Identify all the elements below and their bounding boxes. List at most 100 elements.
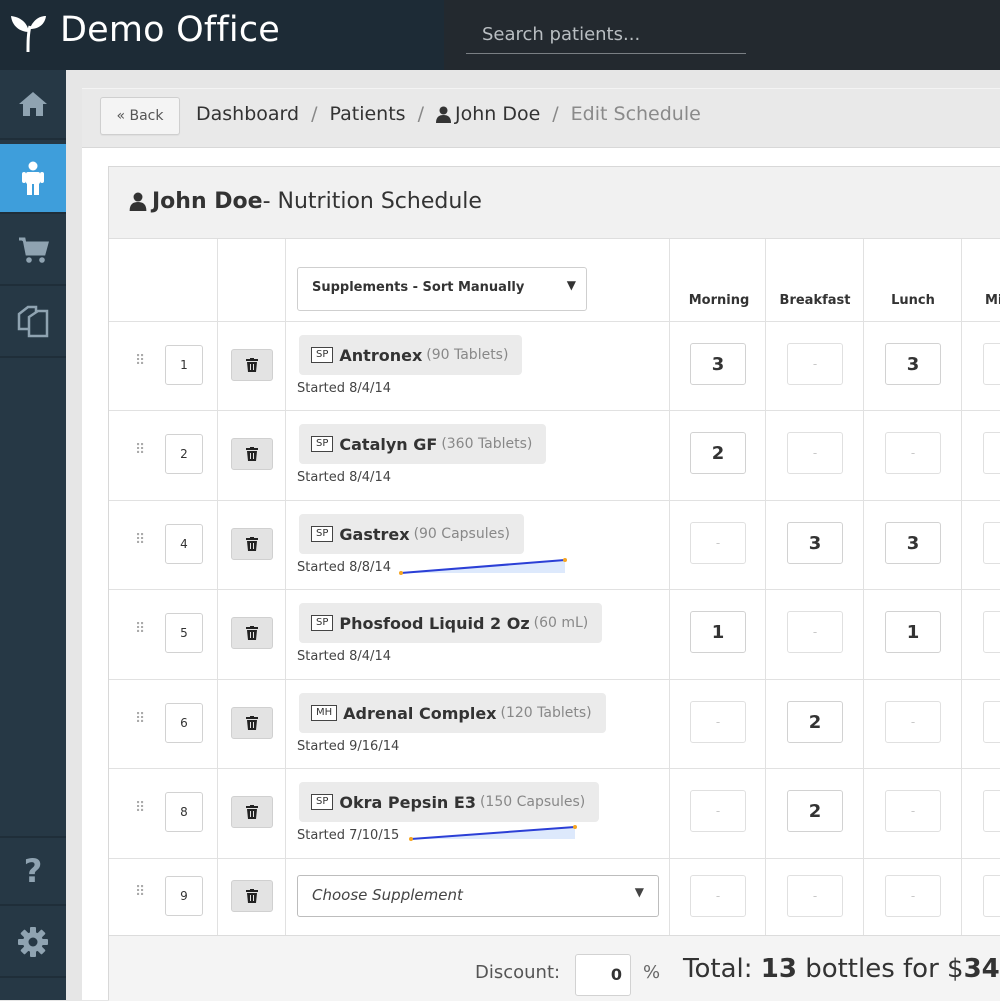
dose-lunch[interactable]: - <box>885 701 941 743</box>
started-date: Started 8/4/14 <box>297 649 391 664</box>
sort-select[interactable]: Supplements - Sort Manually ▼ <box>297 267 587 311</box>
column-header-midafternoon: Mi <box>985 293 1000 308</box>
dose-breakfast[interactable]: - <box>787 611 843 653</box>
dose-lunch[interactable]: 1 <box>885 611 941 653</box>
dose-midafternoon[interactable] <box>983 432 1000 474</box>
sidebar-item-documents[interactable] <box>0 288 66 358</box>
delete-button[interactable] <box>231 528 273 560</box>
drag-handle-icon[interactable]: ⠿ <box>135 884 145 900</box>
sidebar-item-help[interactable]: ? <box>0 836 66 906</box>
supplement-tag: SP <box>311 347 334 363</box>
discount-input[interactable]: 0 <box>575 954 631 996</box>
patient-name: John Doe <box>152 189 263 214</box>
brand[interactable]: Demo Office <box>0 0 444 70</box>
supplement-pill[interactable]: SP Antronex (90 Tablets) <box>299 335 523 375</box>
search-input[interactable] <box>466 16 746 54</box>
trash-icon <box>246 889 258 903</box>
supplement-pill[interactable]: MH Adrenal Complex (120 Tablets) <box>299 693 606 733</box>
supplement-tag: MH <box>311 705 338 721</box>
supplement-qty: (90 Tablets) <box>426 347 509 363</box>
dose-morning[interactable]: - <box>690 875 746 917</box>
supplement-name: Gastrex <box>339 524 410 544</box>
dose-midafternoon[interactable] <box>983 875 1000 917</box>
started-date: Started 9/16/14 <box>297 739 400 754</box>
dose-morning[interactable]: 1 <box>690 611 746 653</box>
drag-handle-icon[interactable]: ⠿ <box>135 442 145 458</box>
dose-breakfast[interactable]: - <box>787 343 843 385</box>
dose-midafternoon[interactable] <box>983 522 1000 564</box>
row-index[interactable]: 9 <box>165 876 203 916</box>
row-index[interactable]: 5 <box>165 613 203 653</box>
dose-morning[interactable]: 2 <box>690 432 746 474</box>
row-index[interactable]: 2 <box>165 434 203 474</box>
trash-icon <box>246 805 258 819</box>
discount-label: Discount: <box>475 962 561 983</box>
sidebar-item-home[interactable] <box>0 70 66 140</box>
dose-lunch[interactable]: 3 <box>885 343 941 385</box>
row-index[interactable]: 4 <box>165 524 203 564</box>
supplement-name: Antronex <box>339 345 423 365</box>
started-date: Started 8/4/14 <box>297 470 391 485</box>
sidebar-item-settings[interactable] <box>0 908 66 978</box>
row-index[interactable]: 8 <box>165 792 203 832</box>
drag-handle-icon[interactable]: ⠿ <box>135 353 145 369</box>
delete-button[interactable] <box>231 707 273 739</box>
started-date: Started 7/10/15 <box>297 828 400 843</box>
dose-midafternoon[interactable] <box>983 611 1000 653</box>
copy-icon <box>17 305 49 338</box>
supplement-pill[interactable]: SP Catalyn GF (360 Tablets) <box>299 424 547 464</box>
dose-morning[interactable]: - <box>690 701 746 743</box>
supplement-pill[interactable]: SP Okra Pepsin E3 (150 Capsules) <box>299 782 600 822</box>
delete-button[interactable] <box>231 796 273 828</box>
column-header-lunch: Lunch <box>891 293 935 308</box>
column-header-breakfast: Breakfast <box>779 293 851 308</box>
dose-midafternoon[interactable] <box>983 701 1000 743</box>
drag-handle-icon[interactable]: ⠿ <box>135 800 145 816</box>
breadcrumb-current: Edit Schedule <box>570 103 701 125</box>
sidebar-item-orders[interactable] <box>0 216 66 286</box>
choose-supplement-select[interactable]: Choose Supplement ▼ <box>297 875 659 917</box>
dose-breakfast[interactable]: 2 <box>787 790 843 832</box>
drag-handle-icon[interactable]: ⠿ <box>135 711 145 727</box>
trash-icon <box>246 716 258 730</box>
dose-midafternoon[interactable] <box>983 790 1000 832</box>
dose-breakfast[interactable]: - <box>787 432 843 474</box>
panel-title-suffix: - Nutrition Schedule <box>262 189 482 214</box>
dose-lunch[interactable]: - <box>885 432 941 474</box>
breadcrumb-bar: « Back Dashboard / Patients / John Doe /… <box>82 88 1000 148</box>
table-row: ⠿ 6 MH Adrenal Complex (120 Tablets) Start… <box>109 679 1000 768</box>
delete-button[interactable] <box>231 617 273 649</box>
table-row: ⠿ 2 SP Catalyn GF (360 Tablets) Started 8/… <box>109 410 1000 500</box>
dose-lunch[interactable]: 3 <box>885 522 941 564</box>
dose-breakfast[interactable]: 3 <box>787 522 843 564</box>
sidebar-item-patients[interactable] <box>0 144 66 214</box>
breadcrumb-patient[interactable]: John Doe <box>455 103 540 125</box>
drag-handle-icon[interactable]: ⠿ <box>135 532 145 548</box>
total-amount: 346 <box>963 954 1000 984</box>
delete-button[interactable] <box>231 880 273 912</box>
row-index[interactable]: 6 <box>165 703 203 743</box>
row-index[interactable]: 1 <box>165 345 203 385</box>
dose-morning[interactable]: - <box>690 522 746 564</box>
supplement-pill[interactable]: SP Gastrex (90 Capsules) <box>299 514 524 554</box>
supplement-tag: SP <box>311 436 334 452</box>
breadcrumb: Dashboard / Patients / John Doe / Edit S… <box>196 103 701 125</box>
breadcrumb-patients[interactable]: Patients <box>330 103 406 125</box>
breadcrumb-dashboard[interactable]: Dashboard <box>196 103 299 125</box>
delete-button[interactable] <box>231 349 273 381</box>
started-date: Started 8/8/14 <box>297 560 391 575</box>
total-prefix: Total: <box>683 954 761 984</box>
back-button[interactable]: « Back <box>100 97 180 135</box>
dose-morning[interactable]: - <box>690 790 746 832</box>
cart-icon <box>19 237 49 263</box>
dose-breakfast[interactable]: - <box>787 875 843 917</box>
drag-handle-icon[interactable]: ⠿ <box>135 621 145 637</box>
caret-down-icon: ▼ <box>566 278 576 292</box>
dose-breakfast[interactable]: 2 <box>787 701 843 743</box>
supplement-pill[interactable]: SP Phosfood Liquid 2 Oz (60 mL) <box>299 603 603 643</box>
dose-lunch[interactable]: - <box>885 790 941 832</box>
dose-lunch[interactable]: - <box>885 875 941 917</box>
dose-morning[interactable]: 3 <box>690 343 746 385</box>
delete-button[interactable] <box>231 438 273 470</box>
dose-midafternoon[interactable] <box>983 343 1000 385</box>
